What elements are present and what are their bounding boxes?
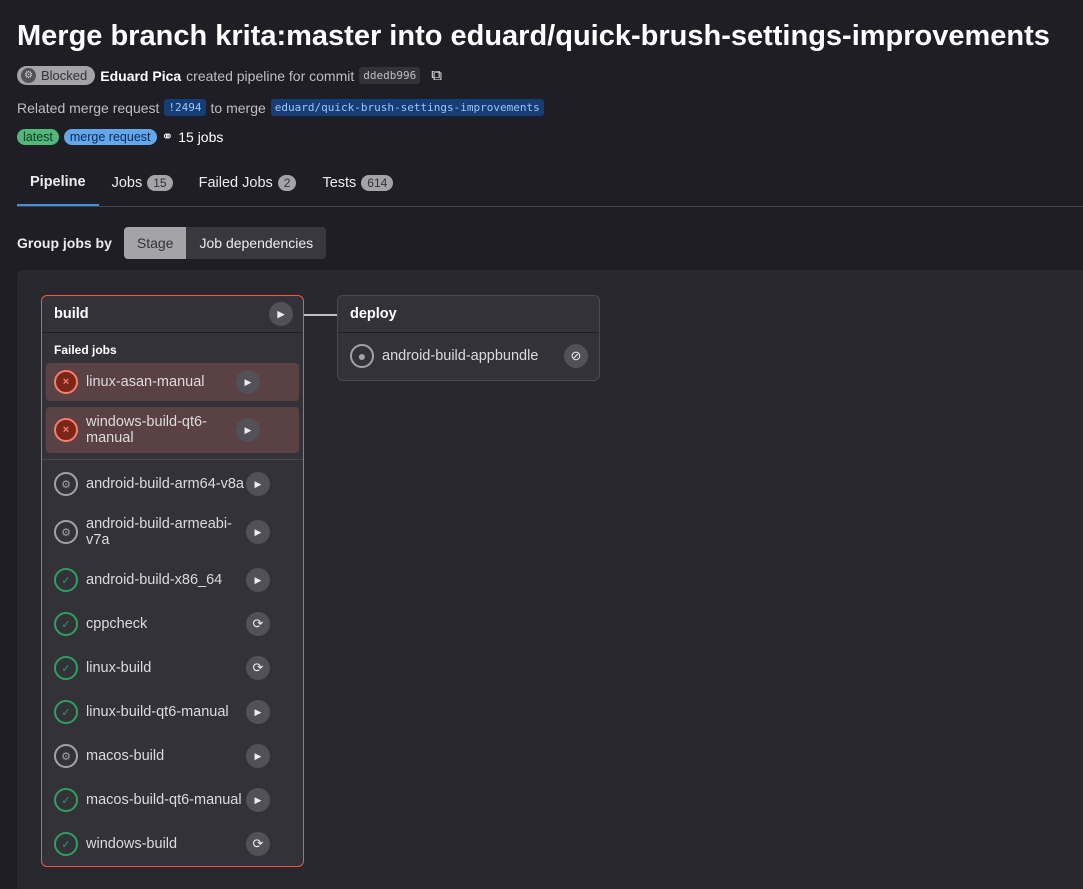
- author-link[interactable]: Eduard Pica: [100, 68, 181, 84]
- play-icon[interactable]: ▶: [246, 700, 270, 724]
- job-item[interactable]: ✓ linux-build-qt6-manual ▶: [46, 690, 299, 734]
- group-dependencies-button[interactable]: Job dependencies: [186, 227, 327, 259]
- manual-status-icon: ⚙: [54, 744, 78, 768]
- job-item-failed[interactable]: × windows-build-qt6-manual ▶: [46, 407, 299, 453]
- jobs-count: 15 jobs: [178, 128, 224, 145]
- failed-status-icon: ×: [54, 418, 78, 442]
- retry-icon[interactable]: ⟳: [246, 832, 270, 856]
- failed-jobs-label: Failed jobs: [54, 343, 117, 357]
- success-status-icon: ✓: [54, 612, 78, 636]
- manual-status-icon: ⚙: [54, 520, 78, 544]
- play-icon[interactable]: ▶: [246, 472, 270, 496]
- copy-icon[interactable]: ⧉: [431, 67, 442, 84]
- page-title: Merge branch krita:master into eduard/qu…: [17, 20, 1050, 52]
- commit-link[interactable]: ddedb996: [359, 67, 421, 84]
- to-merge-text: to merge: [210, 99, 266, 116]
- group-label: Group jobs by: [17, 235, 112, 251]
- failed-status-icon: ×: [54, 370, 78, 394]
- success-status-icon: ✓: [54, 788, 78, 812]
- play-icon[interactable]: ▶: [246, 568, 270, 592]
- success-status-icon: ✓: [54, 700, 78, 724]
- job-item[interactable]: ⚙ macos-build ▶: [46, 734, 299, 778]
- branch-link[interactable]: eduard/quick-brush-settings-improvements: [270, 99, 544, 116]
- play-icon[interactable]: ▶: [236, 370, 260, 394]
- tab-tests[interactable]: Tests 614: [309, 160, 406, 206]
- success-status-icon: ✓: [54, 656, 78, 680]
- gear-icon: ⚙: [21, 68, 36, 83]
- retry-icon[interactable]: ⟳: [246, 656, 270, 680]
- stage-deploy: deploy ● android-build-appbundle ⊘: [337, 295, 600, 381]
- manual-status-icon: ⚙: [54, 472, 78, 496]
- play-icon[interactable]: ▶: [246, 788, 270, 812]
- created-text: created pipeline for commit: [186, 67, 355, 84]
- status-badge[interactable]: ⚙ Blocked: [17, 66, 96, 85]
- merge-request-badge: merge request: [63, 128, 157, 145]
- group-stage-button[interactable]: Stage: [123, 227, 187, 259]
- tab-failed-jobs[interactable]: Failed Jobs 2: [186, 160, 310, 206]
- mr-link[interactable]: !2494: [164, 99, 206, 116]
- retry-icon[interactable]: ⟳: [246, 612, 270, 636]
- job-item[interactable]: ⚙ android-build-arm64-v8a ▶: [46, 462, 299, 506]
- job-item[interactable]: ✓ windows-build ⟳: [46, 822, 299, 866]
- success-status-icon: ✓: [54, 832, 78, 856]
- stage-connector: [304, 314, 337, 316]
- job-item-failed[interactable]: × linux-asan-manual ▶: [46, 363, 299, 401]
- tabs: Pipeline Jobs 15 Failed Jobs 2 Tests 614: [17, 160, 1083, 207]
- related-text: Related merge request: [17, 99, 160, 116]
- job-item[interactable]: ✓ macos-build-qt6-manual ▶: [46, 778, 299, 822]
- play-icon[interactable]: ▶: [246, 520, 270, 544]
- play-stage-button[interactable]: ▶: [269, 302, 293, 326]
- job-item[interactable]: ✓ linux-build ⟳: [46, 646, 299, 690]
- jobs-icon: ⚭: [161, 128, 174, 144]
- play-icon[interactable]: ▶: [236, 418, 260, 442]
- job-item[interactable]: ✓ android-build-x86_64 ▶: [46, 558, 299, 602]
- skipped-status-icon: ●: [350, 344, 374, 368]
- job-item[interactable]: ● android-build-appbundle ⊘: [342, 333, 595, 379]
- cancel-icon[interactable]: ⊘: [564, 344, 588, 368]
- job-item[interactable]: ⚙ android-build-armeabi-v7a ▶: [46, 506, 299, 558]
- tab-pipeline[interactable]: Pipeline: [17, 160, 99, 206]
- latest-badge: latest: [17, 128, 59, 145]
- play-icon[interactable]: ▶: [246, 744, 270, 768]
- tab-jobs[interactable]: Jobs 15: [99, 160, 186, 206]
- job-item[interactable]: ✓ cppcheck ⟳: [46, 602, 299, 646]
- success-status-icon: ✓: [54, 568, 78, 592]
- stage-build: build ▶ Failed jobs × linux-asan-manual ▶ × w…: [41, 295, 304, 867]
